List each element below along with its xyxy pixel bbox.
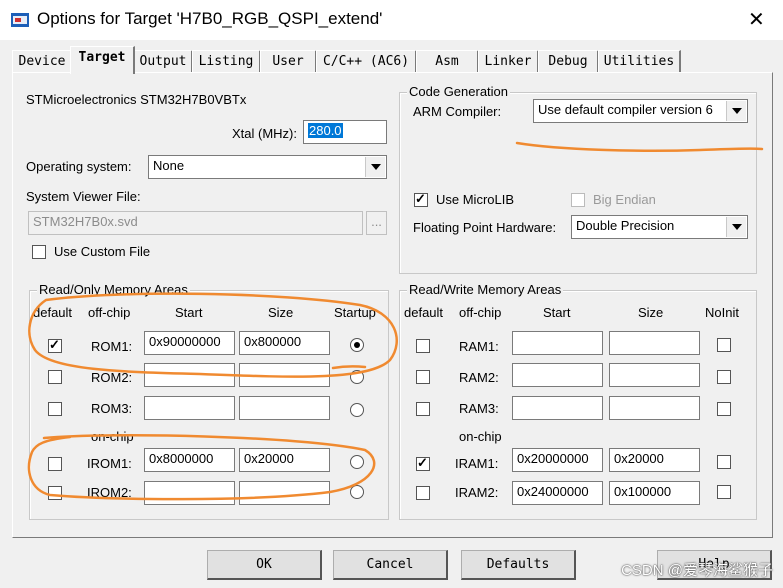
irom1-highlight-loop (27, 434, 376, 501)
watermark: CSDN @爱琴海鲨猴子 (621, 562, 773, 579)
startup-underline (331, 365, 367, 370)
tab-target[interactable]: Target (70, 46, 135, 74)
annotation-strokes (27, 141, 764, 501)
compiler-underline (515, 141, 764, 152)
annotation-overlay (27, 141, 764, 501)
rom1-highlight-loop (28, 292, 398, 378)
